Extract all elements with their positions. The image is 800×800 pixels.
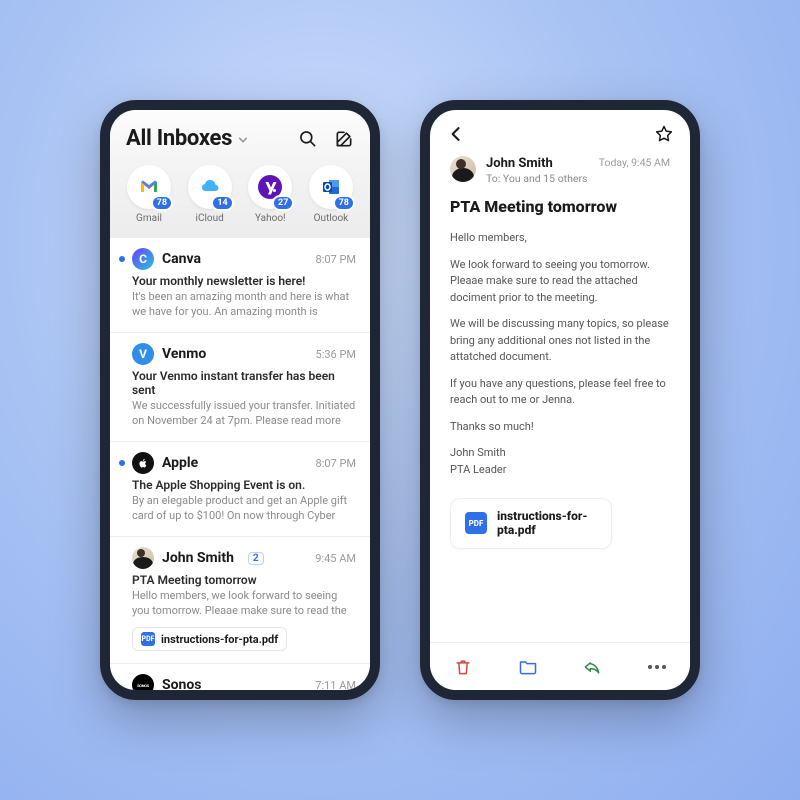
sender-avatar: V [132,343,154,365]
body-paragraph: If you have any questions, please feel f… [450,376,670,409]
email-item[interactable]: C Canva 8:07 PM Your monthly newsletter is … [110,238,370,333]
reply-icon [582,657,602,677]
account-label: Gmail [136,213,162,224]
email-subject: Your monthly newsletter is here! [132,274,356,288]
sender-avatar: C [132,248,154,270]
body-paragraph: John SmithPTA Leader [450,445,670,478]
body-paragraph: We look forward to seeing you tomorrow. … [450,257,670,307]
account-label: Outlook [314,213,349,224]
email-preview: Hello members, we look forward to seeing… [132,589,356,619]
sender-name: Sonos [162,677,201,690]
inbox-title: All Inboxes [126,126,232,151]
sender-avatar[interactable] [450,156,476,182]
inbox-phone: All Inboxes [100,100,380,700]
email-item[interactable]: V Venmo 5:36 PM Your Venmo instant transfer… [110,333,370,442]
account-outlook[interactable]: 78 Outlook [302,165,360,224]
email-item[interactable]: Apple 8:07 PM The Apple Shopping Event is … [110,442,370,537]
email-time: 8:07 PM [316,457,356,470]
back-button[interactable] [446,124,466,144]
accounts-row: 78 Gmail 14 iCloud [110,161,370,238]
detail-subject: PTA Meeting tomorrow [450,197,670,216]
account-yahoo[interactable]: 27 Yahoo! [241,165,299,224]
more-button[interactable] [646,656,668,678]
body-paragraph: We will be discussing many topics, so pl… [450,316,670,366]
archive-button[interactable] [517,656,539,678]
compose-icon [334,129,354,149]
unread-indicator [119,460,125,466]
account-badge: 14 [211,195,233,211]
email-subject: Your Venmo instant transfer has been sen… [132,369,356,397]
attachment-card[interactable]: PDF instructions-for-pta.pdf [450,498,612,549]
email-preview: It's been an amazing month and here is w… [132,290,356,320]
from-row: John Smith To: You and 15 others Today, … [450,156,670,185]
folder-icon [518,657,538,677]
email-preview: By an elegable product and get an Apple … [132,494,356,524]
sender-name: Venmo [162,346,206,362]
email-item[interactable]: John Smith 2 9:45 AM PTA Meeting tomorrow He… [110,537,370,664]
inbox-title-button[interactable]: All Inboxes [126,126,248,151]
email-preview: We successfully issued your transfer. In… [132,399,356,429]
detail-header [430,110,690,150]
reply-button[interactable] [581,656,603,678]
more-icon [648,665,666,669]
detail-phone: John Smith To: You and 15 others Today, … [420,100,700,700]
email-time: 9:45 AM [315,552,356,565]
detail-toolbar [430,642,690,690]
detail-time: Today, 9:45 AM [599,156,670,169]
sender-name: John Smith [486,156,589,171]
star-button[interactable] [654,124,674,144]
email-subject: The Apple Shopping Event is on. [132,478,356,492]
unread-indicator [119,256,125,262]
pdf-icon: PDF [141,632,155,646]
sender-name: Apple [162,455,198,471]
sender-name: John Smith [162,550,234,566]
search-icon [298,129,318,149]
email-list: C Canva 8:07 PM Your monthly newsletter is … [110,238,370,690]
body-paragraph: Hello members, [450,230,670,247]
trash-icon [453,657,473,677]
email-time: 5:36 PM [316,348,356,361]
star-icon [654,124,674,144]
detail-body-text: Hello members, We look forward to seeing … [450,230,670,478]
email-item[interactable]: SONOS Sonos 7:11 AM [110,664,370,690]
account-label: iCloud [196,213,224,224]
delete-button[interactable] [452,656,474,678]
email-time: 7:11 AM [315,679,356,691]
sender-avatar [132,452,154,474]
recipients-line[interactable]: To: You and 15 others [486,172,589,185]
attachment-chip[interactable]: PDF instructions-for-pta.pdf [132,627,287,651]
sender-avatar [132,547,154,569]
account-label: Yahoo! [255,213,286,224]
compose-button[interactable] [334,129,354,149]
sender-avatar: SONOS [132,674,154,690]
email-subject: PTA Meeting tomorrow [132,573,356,587]
account-badge: 78 [151,195,173,211]
thread-count: 2 [248,552,264,565]
inbox-header: All Inboxes [110,110,370,161]
body-paragraph: Thanks so much! [450,419,670,436]
account-gmail[interactable]: 78 Gmail [120,165,178,224]
pdf-icon: PDF [465,512,487,534]
attachment-filename: instructions-for-pta.pdf [497,509,597,538]
email-time: 8:07 PM [316,253,356,266]
sender-name: Canva [162,251,201,267]
account-icloud[interactable]: 14 iCloud [181,165,239,224]
chevron-left-icon [446,124,466,144]
attachment-filename: instructions-for-pta.pdf [161,633,278,646]
account-badge: 78 [333,195,355,211]
search-button[interactable] [298,129,318,149]
chevron-down-icon [238,135,248,145]
account-badge: 27 [272,195,294,211]
